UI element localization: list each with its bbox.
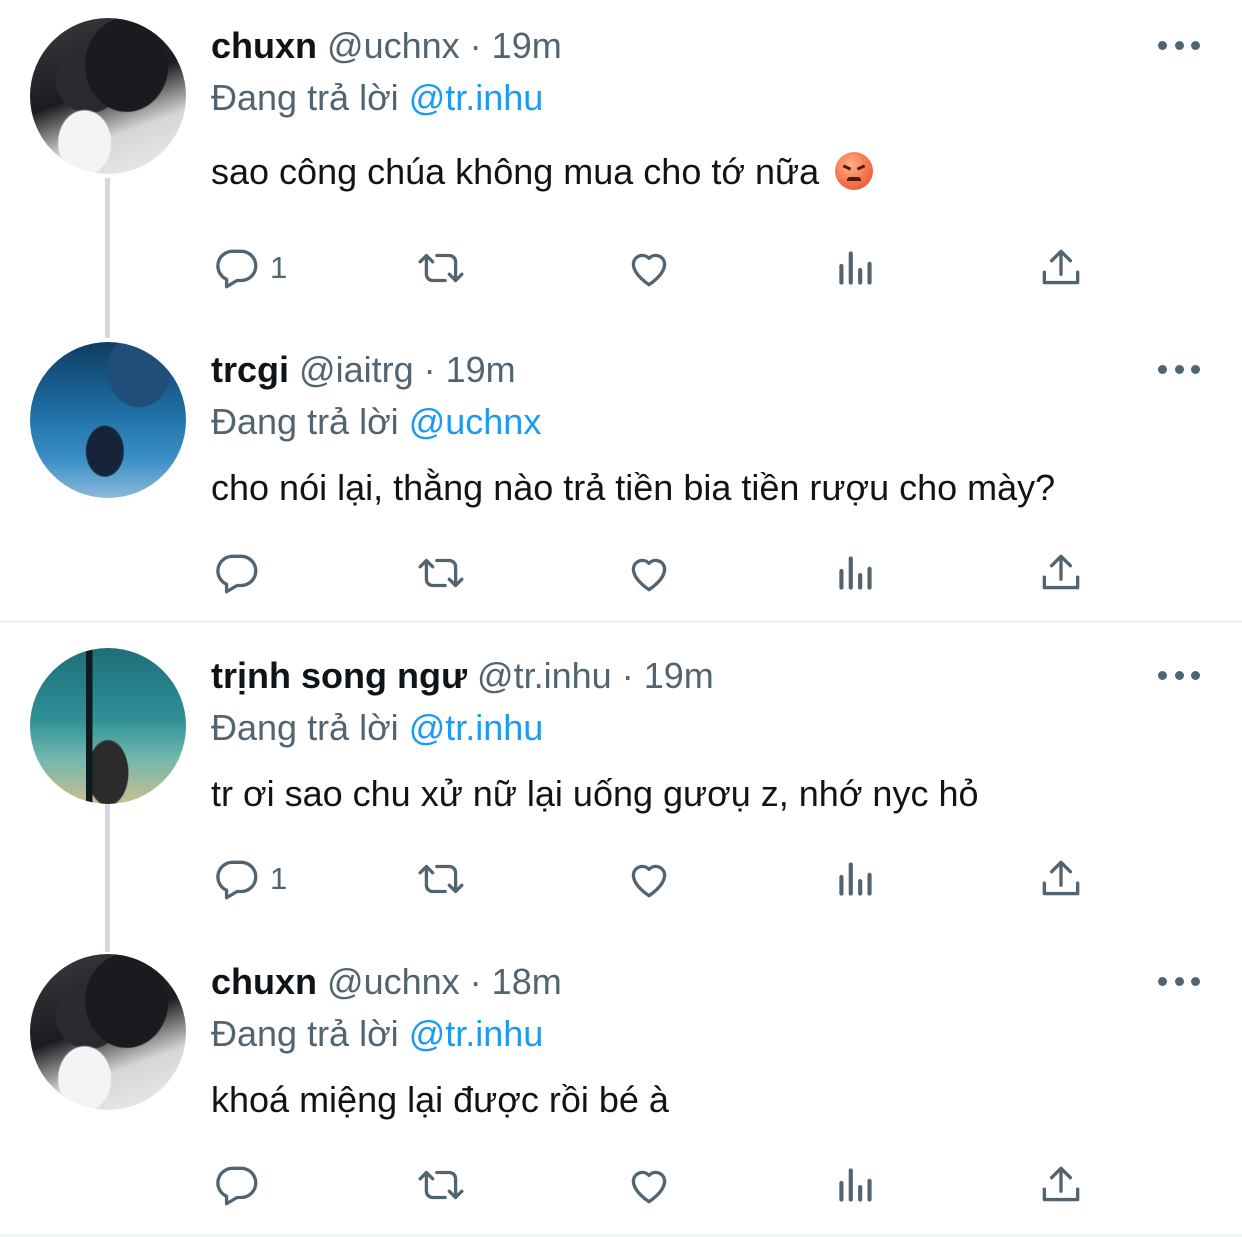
- like-icon: [631, 253, 667, 287]
- reply-count: 1: [270, 861, 288, 896]
- tweet-header: trcgi @iaitrg · 19m: [211, 348, 516, 392]
- share-icon: [1042, 554, 1080, 590]
- user-handle[interactable]: @uchnx: [327, 25, 460, 66]
- retweet-icon: [418, 253, 464, 283]
- replying-to: Đang trả lời @uchnx: [211, 400, 541, 444]
- avatar[interactable]: [30, 18, 186, 174]
- share-button[interactable]: [1036, 238, 1086, 298]
- reply-count: 1: [270, 250, 288, 285]
- tweet-actions: 1: [0, 849, 1242, 909]
- analytics-icon: [839, 1168, 872, 1202]
- share-button[interactable]: [1036, 849, 1086, 909]
- user-handle[interactable]: @iaitrg: [299, 349, 414, 390]
- separator: ·: [423, 349, 436, 390]
- display-name[interactable]: chuxn: [211, 25, 317, 66]
- reply-button[interactable]: 1: [212, 238, 287, 298]
- timestamp[interactable]: 19m: [492, 25, 562, 66]
- share-button[interactable]: [1036, 1155, 1086, 1215]
- tweet-text: cho nói lại, thằng nào trả tiền bia tiền…: [211, 467, 1056, 508]
- retweet-button[interactable]: [416, 238, 466, 298]
- display-name[interactable]: trcgi: [211, 349, 289, 390]
- display-name[interactable]: trịnh song ngư: [211, 655, 467, 696]
- like-button[interactable]: [624, 849, 674, 909]
- like-button[interactable]: [624, 543, 674, 603]
- reply-icon: [216, 860, 258, 900]
- tweet-text: khoá miệng lại được rồi bé à: [211, 1079, 669, 1120]
- tweet-header: chuxn @uchnx · 19m: [211, 24, 562, 68]
- reply-icon: [216, 249, 258, 289]
- replying-prefix: Đang trả lời: [211, 707, 399, 748]
- like-icon: [631, 1170, 667, 1204]
- tweet[interactable]: trịnh song ngư @tr.inhu · 19m Đang trả l…: [0, 646, 1242, 936]
- mention-link[interactable]: @tr.inhu: [409, 1013, 544, 1054]
- user-handle[interactable]: @tr.inhu: [477, 655, 612, 696]
- mention-link[interactable]: @uchnx: [409, 401, 542, 442]
- share-button[interactable]: [1036, 543, 1086, 603]
- user-handle[interactable]: @uchnx: [327, 961, 460, 1002]
- analytics-button[interactable]: [831, 1155, 881, 1215]
- replying-to: Đang trả lời @tr.inhu: [211, 706, 543, 750]
- retweet-button[interactable]: [416, 543, 466, 603]
- analytics-button[interactable]: [831, 238, 881, 298]
- tweet[interactable]: chuxn @uchnx · 19m Đang trả lời @tr.inhu…: [0, 0, 1242, 330]
- retweet-icon: [418, 1170, 464, 1200]
- tweet[interactable]: chuxn @uchnx · 18m Đang trả lời @tr.inhu…: [0, 952, 1242, 1232]
- separator: ·: [469, 25, 482, 66]
- tweet-header: trịnh song ngư @tr.inhu · 19m: [211, 654, 714, 698]
- avatar[interactable]: [30, 648, 186, 804]
- more-options-button[interactable]: [1158, 668, 1200, 682]
- tweet-actions: 1: [0, 238, 1242, 298]
- tweet-actions: [0, 1155, 1242, 1215]
- share-icon: [1042, 860, 1080, 896]
- replying-prefix: Đang trả lời: [211, 77, 399, 118]
- like-button[interactable]: [624, 1155, 674, 1215]
- tweet-text: sao công chúa không mua cho tớ nữa: [211, 150, 874, 194]
- replying-to: Đang trả lời @tr.inhu: [211, 1012, 543, 1056]
- reply-button[interactable]: [212, 543, 270, 603]
- reply-button[interactable]: 1: [212, 849, 287, 909]
- thread-divider: [0, 620, 1242, 623]
- more-options-button[interactable]: [1158, 362, 1200, 376]
- display-name[interactable]: chuxn: [211, 961, 317, 1002]
- more-options-button[interactable]: [1158, 974, 1200, 988]
- more-options-button[interactable]: [1158, 38, 1200, 52]
- tweet[interactable]: trcgi @iaitrg · 19m Đang trả lời @uchnx …: [0, 340, 1242, 620]
- like-icon: [631, 558, 667, 592]
- retweet-button[interactable]: [416, 1155, 466, 1215]
- share-icon: [1042, 1166, 1080, 1202]
- analytics-button[interactable]: [831, 543, 881, 603]
- angry-face-emoji-icon: [835, 152, 874, 190]
- avatar[interactable]: [30, 342, 186, 498]
- analytics-icon: [839, 556, 872, 590]
- mention-link[interactable]: @tr.inhu: [409, 707, 544, 748]
- tweet-header: chuxn @uchnx · 18m: [211, 960, 562, 1004]
- replying-prefix: Đang trả lời: [211, 401, 399, 442]
- retweet-icon: [418, 864, 464, 894]
- analytics-button[interactable]: [831, 849, 881, 909]
- reply-icon: [216, 554, 258, 594]
- share-icon: [1042, 249, 1080, 285]
- separator: ·: [621, 655, 634, 696]
- avatar[interactable]: [30, 954, 186, 1110]
- tweet-text-content: sao công chúa không mua cho tớ nữa: [211, 151, 820, 192]
- retweet-icon: [418, 558, 464, 588]
- reply-icon: [216, 1166, 258, 1206]
- tweet-actions: [0, 543, 1242, 603]
- replying-to: Đang trả lời @tr.inhu: [211, 76, 543, 120]
- reply-button[interactable]: [212, 1155, 270, 1215]
- replying-prefix: Đang trả lời: [211, 1013, 399, 1054]
- like-icon: [631, 864, 667, 898]
- analytics-icon: [839, 862, 872, 896]
- like-button[interactable]: [624, 238, 674, 298]
- timestamp[interactable]: 19m: [446, 349, 516, 390]
- timestamp[interactable]: 18m: [492, 961, 562, 1002]
- retweet-button[interactable]: [416, 849, 466, 909]
- mention-link[interactable]: @tr.inhu: [409, 77, 544, 118]
- separator: ·: [469, 961, 482, 1002]
- analytics-icon: [839, 251, 872, 285]
- tweet-text: tr ơi sao chu xử nữ lại uống gươụ z, nhớ…: [211, 773, 979, 814]
- timestamp[interactable]: 19m: [644, 655, 714, 696]
